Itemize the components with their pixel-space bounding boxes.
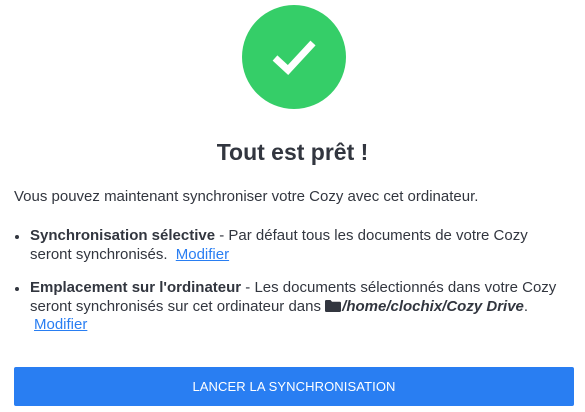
folder-icon: [325, 299, 342, 312]
location-item: Emplacement sur l'ordinateur - Les docum…: [14, 279, 570, 335]
success-check-circle: [242, 5, 346, 109]
feature-list: Synchronisation sélective - Par défaut t…: [14, 227, 570, 335]
location-period: .: [523, 297, 529, 315]
launch-sync-button[interactable]: LANCER LA SYNCHRONISATION: [14, 367, 574, 406]
sync-folder-path: /home/clochix/Cozy Drive: [342, 297, 524, 315]
modify-location-link[interactable]: Modifier: [34, 316, 87, 333]
selective-sync-title: Synchronisation sélective: [30, 227, 216, 244]
location-title: Emplacement sur l'ordinateur: [30, 279, 242, 296]
page-title: Tout est prêt !: [216, 139, 369, 165]
bullet: [15, 286, 19, 291]
bullet: [15, 234, 19, 239]
modify-selective-sync-link[interactable]: Modifier: [176, 246, 229, 263]
selective-sync-item: Synchronisation sélective - Par défaut t…: [14, 227, 570, 264]
checkmark-icon: [272, 40, 316, 75]
intro-text: Vous pouvez maintenant synchroniser votr…: [14, 188, 479, 205]
